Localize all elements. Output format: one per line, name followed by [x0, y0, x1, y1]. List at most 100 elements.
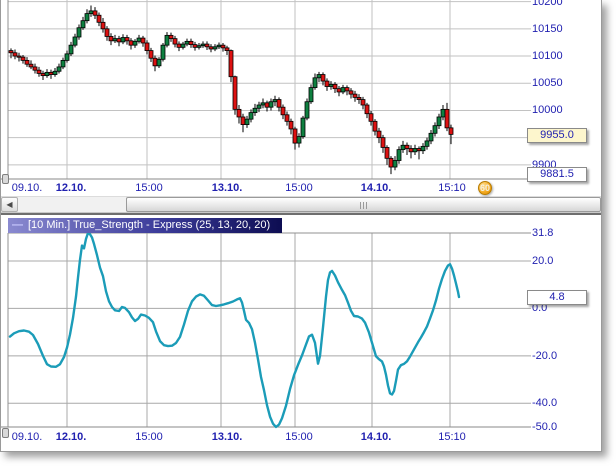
candle — [193, 45, 197, 48]
candle — [309, 88, 313, 102]
candle — [125, 38, 129, 41]
time-axis-label: 13.10. — [212, 181, 243, 195]
indicator-title-bar[interactable]: —[10 Min.] True_Strength - Express (25, … — [8, 218, 282, 233]
candle — [145, 43, 149, 51]
candle — [277, 100, 281, 108]
price-x-axis[interactable]: 09.10.12.10.15:0013.10.15:0014.10.15:10 — [1, 180, 601, 196]
panel-splitter[interactable] — [1, 213, 601, 215]
time-axis-label: 15:00 — [135, 430, 163, 444]
candle — [161, 45, 165, 59]
candle — [97, 15, 101, 22]
candle — [101, 22, 105, 29]
candle — [241, 117, 245, 125]
time-axis-label: 15:00 — [285, 181, 313, 195]
candle — [233, 77, 237, 110]
candle — [297, 137, 301, 144]
candle — [37, 70, 41, 73]
price-panel: 10200101501010010050100009900 9955.0 988… — [1, 0, 601, 196]
candle — [365, 105, 369, 114]
candle — [269, 102, 273, 107]
price-axis-label: 10150 — [532, 23, 594, 35]
price-axis-label: 10000 — [532, 104, 594, 116]
scroll-left-button[interactable]: ◀ — [1, 197, 18, 212]
candle — [245, 119, 249, 124]
indicator-chart[interactable] — [1, 216, 601, 452]
indicator-value-box: 4.8 — [527, 290, 587, 305]
candle — [381, 138, 385, 148]
candle — [41, 73, 45, 75]
candle — [221, 45, 225, 48]
candle — [285, 115, 289, 122]
candle — [197, 46, 201, 48]
scrollbar-thumb[interactable] — [126, 197, 601, 212]
candle — [49, 72, 53, 74]
time-axis-label: 15:00 — [285, 430, 313, 444]
candle — [449, 128, 453, 135]
candle — [29, 64, 33, 67]
axis-corner-marker[interactable] — [2, 428, 9, 438]
candles-layer — [9, 5, 453, 174]
time-axis-label: 15:00 — [135, 181, 163, 195]
axis-corner-marker[interactable] — [2, 174, 9, 184]
candle — [421, 146, 425, 150]
indicator-axis-label: -40.0 — [532, 397, 594, 409]
candle — [201, 44, 205, 46]
candle — [345, 88, 349, 91]
candle — [273, 100, 277, 102]
candle — [361, 100, 365, 105]
candle — [189, 41, 193, 44]
candle — [317, 75, 321, 78]
candle — [413, 149, 417, 152]
candle — [325, 81, 329, 86]
candle — [349, 91, 353, 94]
candle — [81, 21, 85, 28]
candle — [409, 149, 413, 152]
time-axis-label: 12.10. — [56, 181, 87, 195]
candle — [301, 118, 305, 136]
arrow-left-icon: ◀ — [6, 200, 12, 209]
candle — [65, 54, 69, 61]
candle — [77, 28, 81, 37]
candle — [105, 29, 109, 37]
horizontal-scrollbar[interactable]: ◀ — [1, 196, 601, 213]
candle — [281, 107, 285, 115]
candle — [121, 38, 125, 42]
price-level-box: 9881.5 — [527, 167, 587, 182]
price-chart[interactable] — [1, 0, 601, 180]
candle — [129, 41, 133, 45]
candle — [397, 150, 401, 161]
candle — [377, 131, 381, 138]
candle — [133, 41, 137, 45]
candle — [417, 149, 421, 151]
candle — [177, 44, 181, 47]
price-axis-label: 10050 — [532, 77, 594, 89]
time-axis-label: 14.10. — [361, 181, 392, 195]
candle — [289, 121, 293, 129]
candle — [313, 78, 317, 88]
candle — [13, 53, 17, 56]
candle — [337, 89, 341, 92]
candle — [137, 38, 141, 41]
legend-line-icon: — — [12, 219, 23, 231]
price-axis-label: 10100 — [532, 50, 594, 62]
price-gridlines — [8, 0, 531, 179]
indicator-axis-label: 31.8 — [532, 227, 594, 239]
candle — [437, 117, 441, 126]
candle — [113, 39, 117, 41]
candle — [237, 109, 241, 117]
indicator-axis-label: 20.0 — [532, 255, 594, 267]
candle — [85, 14, 89, 21]
candle — [181, 44, 185, 47]
indicator-axis-label: -20.0 — [532, 350, 594, 362]
candle — [265, 103, 269, 107]
indicator-x-axis[interactable]: 09.10.12.10.15:0013.10.15:0014.10.15:10 — [1, 429, 601, 445]
time-axis-label: 09.10. — [12, 430, 43, 444]
candle — [141, 38, 145, 43]
candle — [257, 105, 261, 108]
candle — [33, 67, 37, 70]
candle — [329, 84, 333, 86]
candle — [185, 41, 189, 44]
candle — [73, 37, 77, 45]
candle — [213, 47, 217, 49]
candle — [445, 109, 449, 127]
